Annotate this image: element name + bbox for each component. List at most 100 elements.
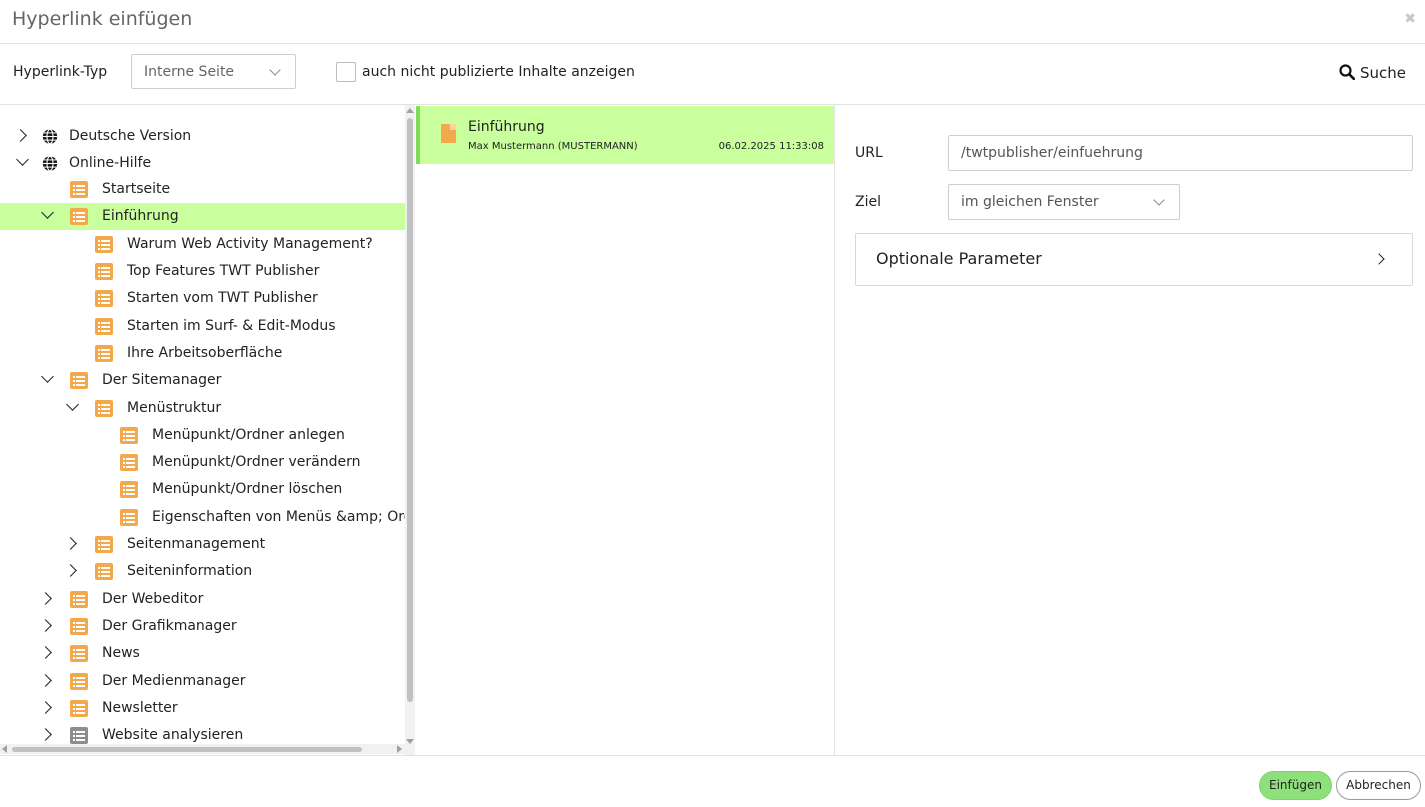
tree-item-label: Menüpunkt/Ordner verändern: [152, 454, 361, 470]
tree-item[interactable]: Der Grafikmanager: [0, 613, 405, 640]
list-icon: [95, 345, 113, 362]
list-icon: [120, 481, 138, 498]
tree-item-label: Menüstruktur: [127, 400, 222, 416]
tree-item-label: Der Webeditor: [102, 591, 204, 607]
tree-item[interactable]: Starten vom TWT Publisher: [0, 285, 405, 312]
scroll-left-arrow-icon[interactable]: [2, 745, 7, 753]
tree-item-label: Menüpunkt/Ordner löschen: [152, 481, 343, 497]
link-form: URL Ziel im gleichen Fenster Optionale P…: [835, 105, 1425, 755]
document-icon: [441, 124, 456, 143]
tree-item[interactable]: Starten im Surf- & Edit-Modus: [0, 313, 405, 340]
tree-item[interactable]: Newsletter: [0, 695, 405, 722]
insert-button[interactable]: Einfügen: [1259, 771, 1332, 800]
hyperlink-dialog: Hyperlink einfügen ✖ Hyperlink-Typ Inter…: [0, 0, 1425, 807]
chevron-right-icon[interactable]: [39, 646, 52, 659]
chevron-right-icon[interactable]: [39, 592, 52, 605]
chevron-down-icon[interactable]: [66, 398, 79, 411]
tree-item-label: Seitenmanagement: [127, 536, 266, 552]
chevron-down-icon: [269, 64, 281, 76]
list-icon: [70, 372, 88, 389]
dialog-title: Hyperlink einfügen: [12, 8, 193, 30]
globe-icon: [42, 128, 58, 145]
tree-item[interactable]: Einführung: [0, 203, 405, 230]
hyperlink-type-select[interactable]: Interne Seite: [131, 54, 296, 89]
chevron-down-icon[interactable]: [16, 153, 29, 166]
list-icon: [95, 318, 113, 335]
hyperlink-type-value: Interne Seite: [144, 64, 235, 80]
tree-item[interactable]: Deutsche Version: [0, 123, 405, 150]
tree-item-label: Warum Web Activity Management?: [127, 236, 373, 252]
chevron-right-icon[interactable]: [14, 129, 27, 142]
chevron-right-icon[interactable]: [64, 564, 77, 577]
search-icon: [1339, 64, 1355, 80]
tree-horizontal-scroll-thumb[interactable]: [12, 747, 362, 752]
tree-item[interactable]: Online-Hilfe: [0, 150, 405, 177]
tree-item[interactable]: Der Medienmanager: [0, 668, 405, 695]
tree-item[interactable]: Der Sitemanager: [0, 367, 405, 394]
tree-item-label: Website analysieren: [102, 727, 244, 743]
list-icon: [120, 454, 138, 471]
tree-item[interactable]: Seiteninformation: [0, 558, 405, 585]
tree-item[interactable]: Warum Web Activity Management?: [0, 231, 405, 258]
scroll-down-arrow-icon[interactable]: [406, 739, 414, 744]
tree-item[interactable]: Ihre Arbeitsoberfläche: [0, 340, 405, 367]
list-icon: [95, 236, 113, 253]
tree-item[interactable]: Menüstruktur: [0, 395, 405, 422]
globe-icon: [42, 155, 58, 172]
chevron-down-icon[interactable]: [41, 370, 54, 383]
chevron-right-icon[interactable]: [39, 674, 52, 687]
tree-item-label: Starten vom TWT Publisher: [127, 290, 318, 306]
search-label: Suche: [1360, 64, 1407, 82]
scroll-right-arrow-icon[interactable]: [397, 745, 402, 753]
optional-parameters-panel[interactable]: Optionale Parameter: [855, 233, 1413, 286]
tree-item-label: Deutsche Version: [69, 128, 192, 144]
target-select[interactable]: im gleichen Fenster: [948, 184, 1180, 220]
close-icon[interactable]: ✖: [1404, 11, 1416, 27]
tree-item[interactable]: Menüpunkt/Ordner verändern: [0, 449, 405, 476]
page-list: Einführung Max Mustermann (MUSTERMANN) 0…: [415, 105, 835, 755]
tree-item-label: Ihre Arbeitsoberfläche: [127, 345, 283, 361]
chevron-down-icon[interactable]: [41, 206, 54, 219]
tree-item-label: Eigenschaften von Menüs &amp; Ordn: [152, 509, 415, 525]
list-icon: [70, 700, 88, 717]
tree-item-label: News: [102, 645, 140, 661]
page-title: Einführung: [468, 119, 545, 135]
list-icon: [95, 536, 113, 553]
unpublished-label[interactable]: auch nicht publizierte Inhalte anzeigen: [362, 64, 635, 80]
tree-item-label: Newsletter: [102, 700, 178, 716]
tree-item[interactable]: Eigenschaften von Menüs &amp; Ordn: [0, 504, 414, 531]
tree-item[interactable]: Seitenmanagement: [0, 531, 405, 558]
tree-item[interactable]: Menüpunkt/Ordner löschen: [0, 476, 405, 503]
list-icon: [95, 563, 113, 580]
cancel-button[interactable]: Abbrechen: [1336, 771, 1421, 800]
url-label: URL: [855, 145, 883, 161]
list-icon: [95, 290, 113, 307]
target-label: Ziel: [855, 194, 881, 210]
chevron-right-icon[interactable]: [39, 701, 52, 714]
list-icon: [70, 727, 88, 744]
list-icon: [95, 263, 113, 280]
tree-item-label: Top Features TWT Publisher: [127, 263, 320, 279]
list-icon: [70, 618, 88, 635]
tree-vertical-scroll-thumb[interactable]: [407, 118, 413, 702]
hyperlink-type-label: Hyperlink-Typ: [13, 64, 108, 80]
chevron-right-icon: [1373, 253, 1385, 265]
chevron-right-icon[interactable]: [39, 728, 52, 741]
dialog-footer: Einfügen Abbrechen: [0, 755, 1425, 807]
tree-item-label: Einführung: [102, 208, 179, 224]
optional-parameters-label: Optionale Parameter: [876, 249, 1042, 268]
unpublished-checkbox[interactable]: [336, 62, 356, 82]
chevron-right-icon[interactable]: [39, 619, 52, 632]
tree-item[interactable]: Startseite: [0, 176, 405, 203]
page-list-item[interactable]: Einführung Max Mustermann (MUSTERMANN) 0…: [416, 106, 834, 164]
chevron-right-icon[interactable]: [64, 537, 77, 550]
scroll-up-arrow-icon[interactable]: [406, 108, 414, 113]
site-tree[interactable]: Deutsche Version Online-Hilfe Startseite Ei…: [0, 105, 415, 755]
tree-item[interactable]: News: [0, 640, 405, 667]
tree-item[interactable]: Der Webeditor: [0, 586, 405, 613]
tree-item[interactable]: Top Features TWT Publisher: [0, 258, 405, 285]
tree-item[interactable]: Menüpunkt/Ordner anlegen: [0, 422, 405, 449]
toolbar: Hyperlink-Typ Interne Seite auch nicht p…: [0, 44, 1425, 105]
list-icon: [95, 400, 113, 417]
url-input[interactable]: [948, 135, 1413, 171]
